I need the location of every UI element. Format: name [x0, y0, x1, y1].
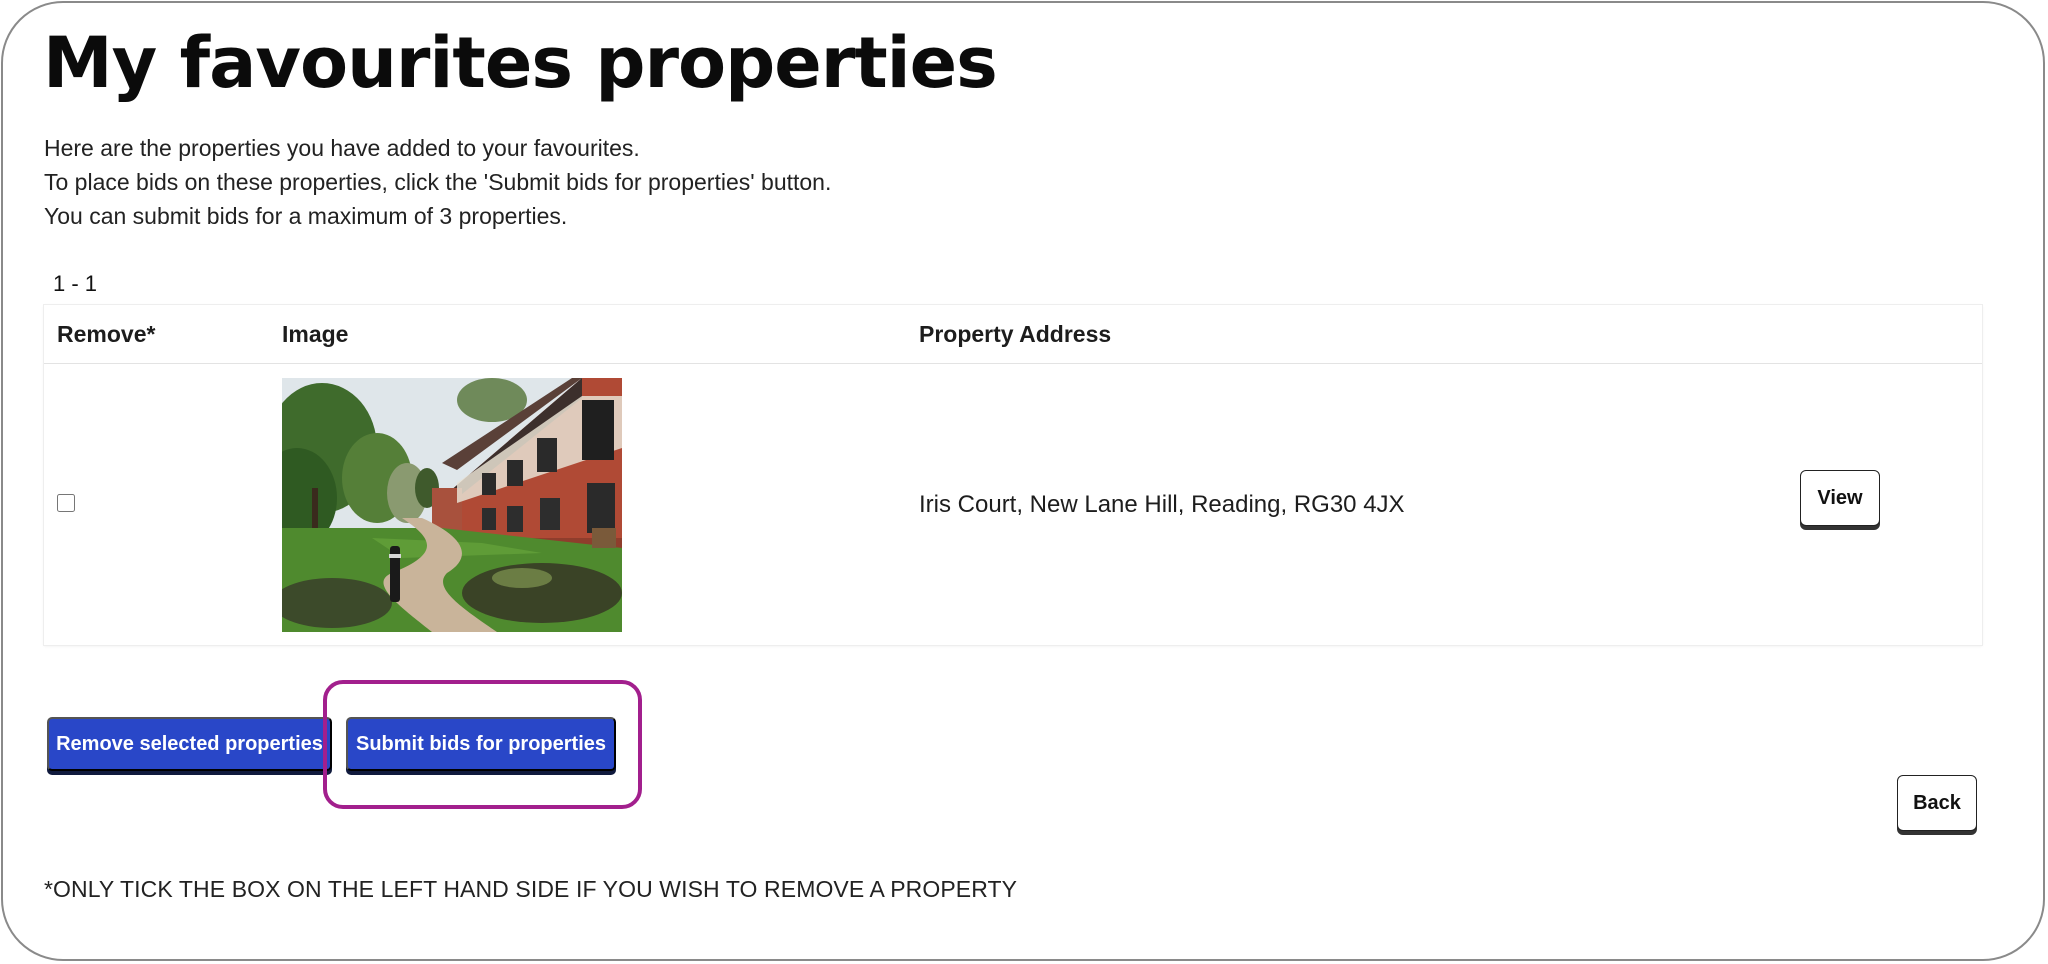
- property-photo: [282, 378, 622, 632]
- footnote: *ONLY TICK THE BOX ON THE LEFT HAND SIDE…: [44, 876, 1018, 902]
- back-button[interactable]: Back: [1897, 775, 1977, 831]
- column-header-remove: Remove*: [57, 321, 156, 347]
- remove-checkbox[interactable]: [57, 494, 75, 512]
- intro-line: To place bids on these properties, click…: [44, 169, 832, 195]
- table-row: Iris Court, New Lane Hill, Reading, RG30…: [44, 364, 1982, 645]
- results-count: 1 - 1: [53, 271, 98, 296]
- column-header-image: Image: [282, 321, 349, 347]
- submit-bids-button[interactable]: Submit bids for properties: [346, 717, 616, 771]
- favourites-table: Remove* Image Property Address Iris Cour…: [44, 305, 1982, 645]
- app-frame: My favourites properties Here are the pr…: [1, 1, 2045, 961]
- intro-line: Here are the properties you have added t…: [44, 135, 640, 161]
- intro-line: You can submit bids for a maximum of 3 p…: [44, 203, 568, 229]
- remove-selected-button[interactable]: Remove selected properties: [47, 717, 332, 771]
- property-address: Iris Court, New Lane Hill, Reading, RG30…: [919, 491, 1405, 518]
- page-title: My favourites properties: [43, 22, 998, 104]
- view-button[interactable]: View: [1800, 470, 1880, 526]
- table-header: Remove* Image Property Address: [44, 305, 1982, 364]
- intro-text: Here are the properties you have added t…: [44, 131, 831, 233]
- column-header-address: Property Address: [919, 321, 1112, 347]
